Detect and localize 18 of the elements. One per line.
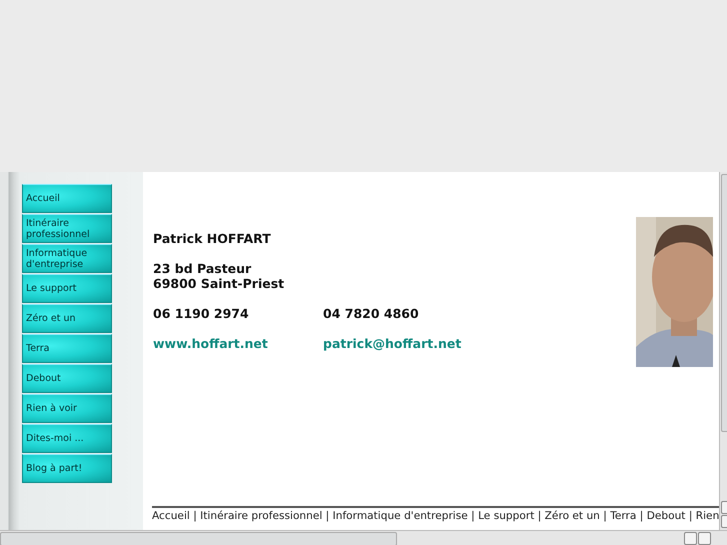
phone-number: 06 1190 2974 bbox=[153, 306, 250, 321]
nav-button[interactable]: Zéro et un bbox=[22, 304, 112, 333]
address-line: 69800 Saint-Priest bbox=[153, 276, 286, 291]
nav-button[interactable]: Le support bbox=[22, 274, 112, 303]
horizontal-scrollbar[interactable] bbox=[0, 530, 727, 545]
address-line: 23 bd Pasteur bbox=[153, 261, 252, 276]
nav-button[interactable]: Debout bbox=[22, 364, 112, 393]
email-link[interactable]: patrick@hoffart.net bbox=[323, 336, 462, 351]
nav-button[interactable]: Blog à part! bbox=[22, 454, 112, 483]
contact-name: Patrick HOFFART bbox=[153, 231, 272, 246]
nav-button[interactable]: Dites-moi ... bbox=[22, 424, 112, 453]
nav-button[interactable]: Informatique d'entreprise bbox=[22, 244, 112, 273]
nav-button[interactable]: Rien à voir bbox=[22, 394, 112, 423]
nav-button[interactable]: Accueil bbox=[22, 184, 112, 213]
nav-button[interactable]: Terra bbox=[22, 334, 112, 363]
website-link[interactable]: www.hoffart.net bbox=[153, 336, 268, 351]
nav-button[interactable]: Itinéraire professionnel bbox=[22, 214, 112, 243]
phone-number: 04 7820 4860 bbox=[323, 306, 420, 321]
